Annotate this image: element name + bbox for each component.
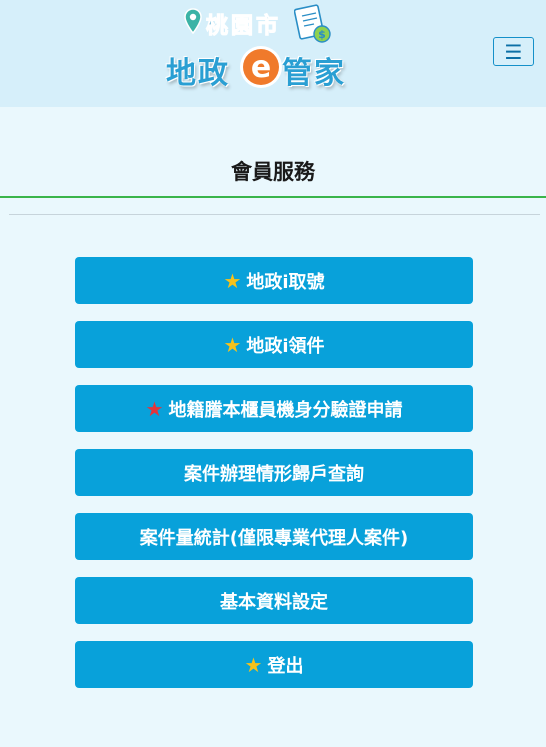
button-label: 登出 <box>267 655 304 677</box>
star-icon: ★ <box>244 652 263 677</box>
menu-toggle-button[interactable]: ☰ <box>493 37 534 66</box>
star-icon: ★ <box>145 396 164 421</box>
button-label: 基本資料設定 <box>220 591 328 613</box>
pickup-button[interactable]: ★ 地政i領件 <box>75 321 473 368</box>
logo-city-text: 桃園市 <box>205 14 282 40</box>
button-label: 地政i領件 <box>246 335 325 357</box>
hamburger-icon: ☰ <box>504 39 523 64</box>
profile-settings-button[interactable]: 基本資料設定 <box>75 577 473 624</box>
case-statistics-button[interactable]: 案件量統計(僅限專業代理人案件) <box>75 513 473 560</box>
button-label: 案件量統計(僅限專業代理人案件) <box>139 527 409 549</box>
button-label: 案件辦理情形歸戶查詢 <box>184 463 364 485</box>
site-header: 桃園市 $ 地政 管家 e ☰ <box>0 0 546 107</box>
logo-e-badge: e <box>240 46 282 88</box>
case-status-button[interactable]: 案件辦理情形歸戶查詢 <box>75 449 473 496</box>
star-icon: ★ <box>223 332 242 357</box>
site-logo[interactable]: 桃園市 $ 地政 管家 e <box>166 4 362 100</box>
svg-text:$: $ <box>318 28 326 41</box>
document-money-icon: $ <box>294 4 331 43</box>
logo-e-letter: e <box>251 50 271 85</box>
ticket-button[interactable]: ★ 地政i取號 <box>75 257 473 304</box>
logo-main-left: 地政 <box>166 56 230 91</box>
page-title: 會員服務 <box>231 160 315 184</box>
star-icon: ★ <box>223 268 242 293</box>
map-pin-icon <box>184 8 202 34</box>
logo-main-right: 管家 <box>282 56 346 91</box>
section-divider <box>9 214 540 215</box>
kiosk-verification-button[interactable]: ★ 地籍謄本櫃員機身分驗證申請 <box>75 385 473 432</box>
button-label: 地籍謄本櫃員機身分驗證申請 <box>168 399 403 421</box>
button-label: 地政i取號 <box>246 271 325 293</box>
title-underline <box>0 196 546 198</box>
logout-button[interactable]: ★ 登出 <box>75 641 473 688</box>
